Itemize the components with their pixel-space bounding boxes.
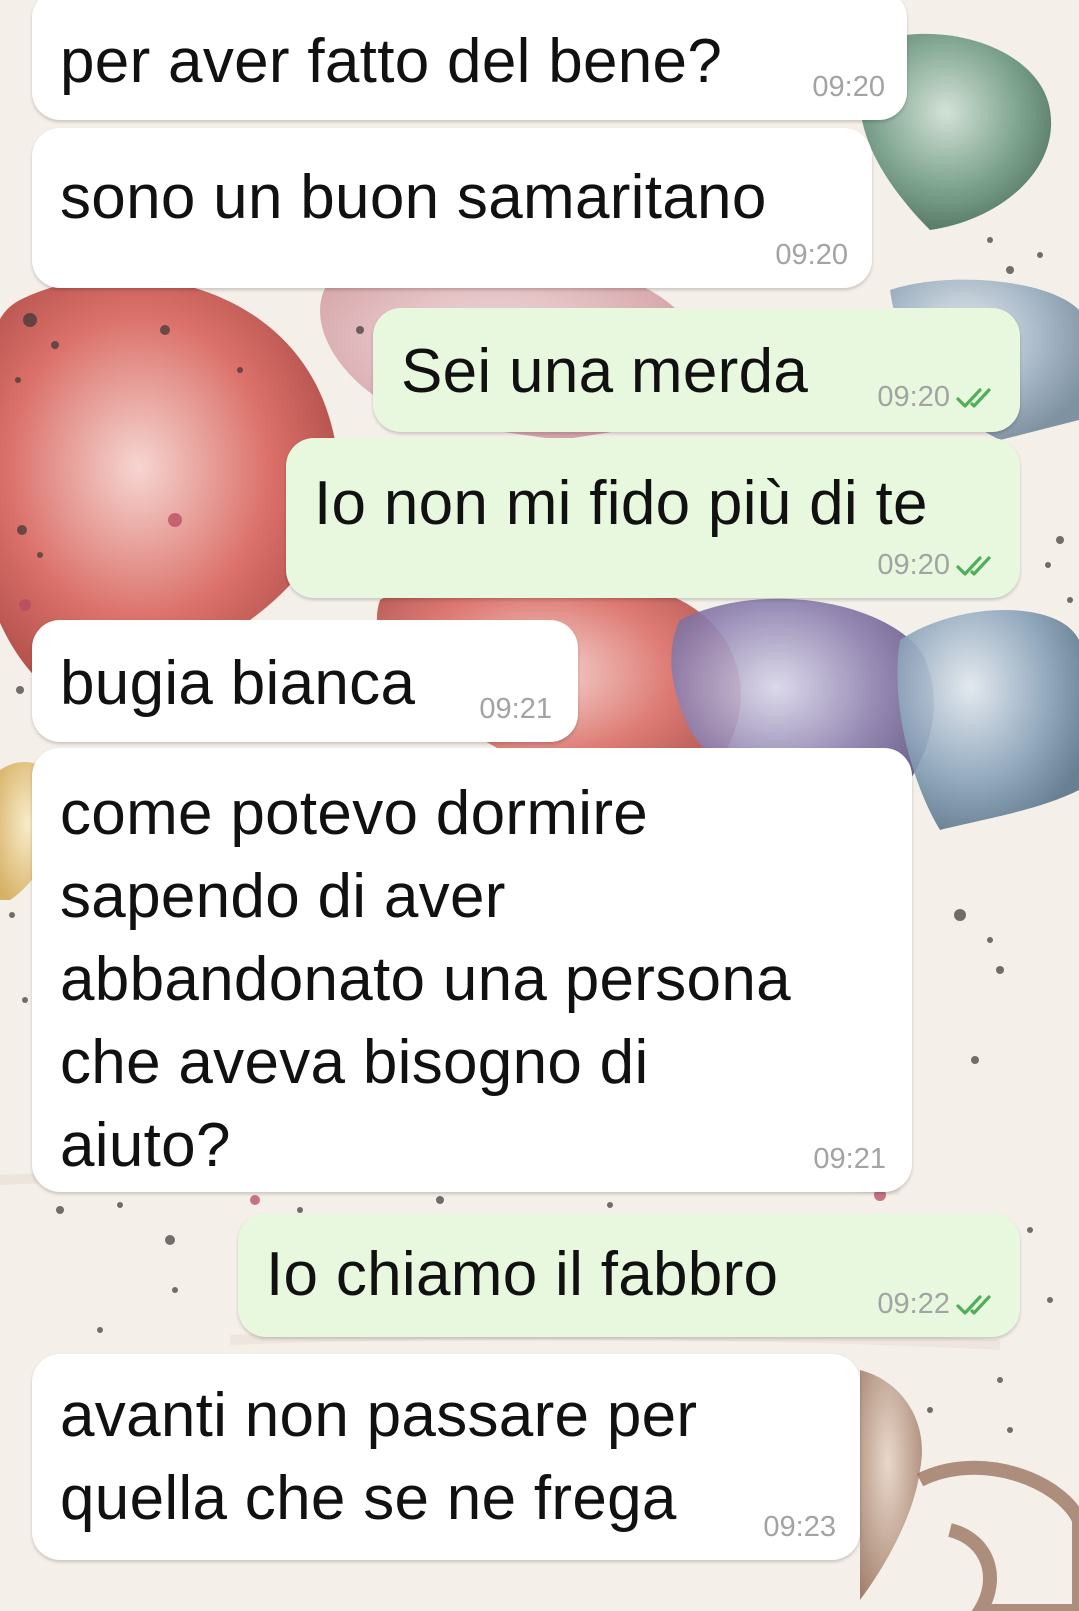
message-text: Io non mi fido più di te <box>314 469 928 538</box>
incoming-message-bubble[interactable]: avanti non passare per quella che se ne … <box>32 1354 860 1560</box>
outgoing-message-bubble[interactable]: Io chiamo il fabbro 09:22 <box>238 1213 1020 1337</box>
message-timestamp: 09:20 <box>877 381 950 413</box>
message-text: per aver fatto del bene? <box>60 27 723 96</box>
outgoing-message-bubble[interactable]: Sei una merda 09:20 <box>373 308 1020 432</box>
message-timestamp: 09:23 <box>763 1511 836 1543</box>
read-receipt-double-check-icon <box>956 388 991 408</box>
message-text: Io chiamo il fabbro <box>266 1240 779 1309</box>
message-timestamp: 09:20 <box>775 239 848 271</box>
message-timestamp: 09:20 <box>812 71 885 103</box>
message-timestamp: 09:21 <box>479 693 552 725</box>
message-text: avanti non passare per quella che se ne … <box>60 1381 698 1533</box>
message-timestamp: 09:21 <box>813 1143 886 1175</box>
read-receipt-double-check-icon <box>956 556 991 576</box>
message-text: Sei una merda <box>401 337 809 406</box>
outgoing-message-bubble[interactable]: Io non mi fido più di te 09:20 <box>286 438 1020 598</box>
message-text: bugia bianca <box>60 649 416 718</box>
incoming-message-bubble[interactable]: come potevo dormire sapendo di aver abba… <box>32 748 912 1192</box>
message-timestamp: 09:20 <box>877 549 950 581</box>
message-text: come potevo dormire sapendo di aver abba… <box>60 779 791 1180</box>
incoming-message-bubble[interactable]: per aver fatto del bene? 09:20 <box>32 0 907 120</box>
incoming-message-bubble[interactable]: bugia bianca 09:21 <box>32 620 578 742</box>
message-text: sono un buon samaritano <box>60 163 767 232</box>
incoming-message-bubble[interactable]: sono un buon samaritano 09:20 <box>32 128 872 288</box>
message-timestamp: 09:22 <box>877 1288 950 1320</box>
read-receipt-double-check-icon <box>956 1295 991 1315</box>
